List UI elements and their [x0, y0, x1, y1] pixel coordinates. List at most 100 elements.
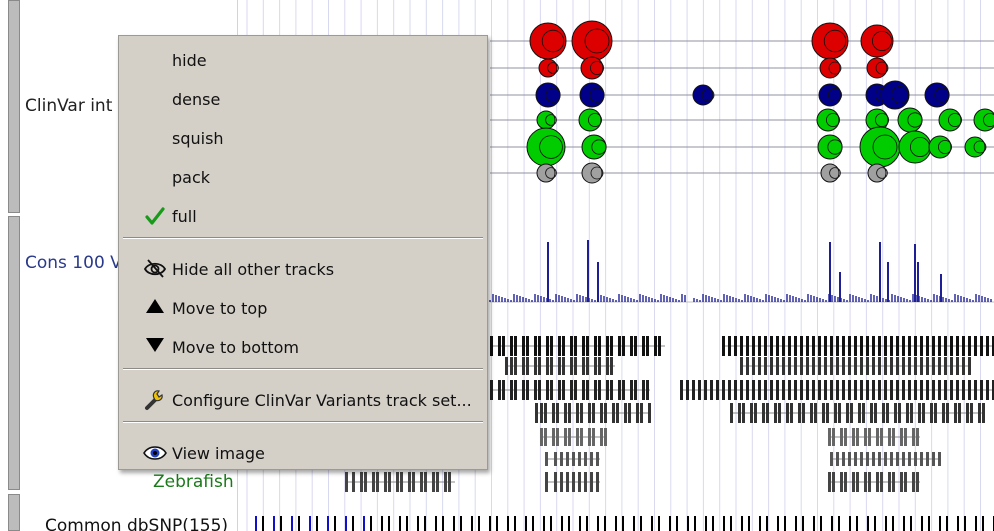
alignment-block [384, 472, 387, 492]
alignment-block [360, 472, 363, 492]
alignment-block [578, 472, 581, 492]
alignment-block [498, 336, 501, 356]
menu-item-hide-all-other-tracks[interactable]: Hide all other tracks [119, 252, 487, 286]
alignment-block [908, 336, 911, 356]
alignment-block [846, 403, 849, 423]
alignment-block [594, 357, 597, 375]
alignment-block [722, 336, 725, 356]
menu-item-view-image[interactable]: View image [119, 436, 487, 470]
alignment-block [692, 380, 695, 400]
menu-item-pack[interactable]: pack [119, 160, 487, 194]
alignment-block [545, 472, 548, 492]
snp-tick [622, 516, 624, 531]
alignment-block [560, 472, 563, 492]
alignment-block [840, 428, 843, 446]
menu-item-move-to-bottom[interactable]: Move to bottom [119, 330, 487, 364]
snp-tick [885, 516, 887, 531]
menu-item-move-to-top[interactable]: Move to top [119, 291, 487, 325]
alignment-block [918, 403, 921, 423]
alignment-block [842, 336, 845, 356]
alignment-block [966, 403, 969, 423]
alignment-block [896, 336, 899, 356]
alignment-block [926, 380, 929, 400]
alignment-block [884, 336, 887, 356]
alignment-block [742, 403, 745, 423]
menu-item-full[interactable]: full [119, 199, 487, 233]
alignment-block [634, 380, 637, 400]
alignment-block [884, 380, 887, 400]
alignment-block [774, 403, 777, 423]
alignment-block [914, 336, 917, 356]
snp-tick [478, 516, 480, 531]
alignment-block [622, 380, 625, 400]
alignment-block [752, 336, 755, 356]
alignment-block [598, 380, 601, 400]
alignment-block [870, 403, 873, 423]
clinvar-variant-dot [538, 58, 558, 78]
snp-tick [550, 516, 552, 531]
cons-track-handle[interactable] [8, 216, 20, 490]
alignment-block [956, 336, 959, 356]
snp-tick [262, 516, 264, 531]
menu-item-dense[interactable]: dense [119, 82, 487, 116]
alignment-block [854, 452, 857, 466]
alignment-block [546, 357, 549, 375]
alignment-block [570, 357, 573, 375]
menu-item-configure-track-set[interactable]: Configure ClinVar Variants track set... [119, 383, 487, 417]
clinvar-variant-dot [536, 110, 556, 130]
clinvar-variant-dot [928, 135, 952, 159]
alignment-block [544, 428, 547, 446]
menu-item-hide[interactable]: hide [119, 43, 487, 77]
alignment-block [908, 380, 911, 400]
alignment-block [680, 380, 683, 400]
alignment-block [758, 357, 761, 375]
alignment-block [564, 403, 567, 423]
alignment-block [878, 380, 881, 400]
alignment-block [872, 380, 875, 400]
alignment-block [558, 380, 561, 400]
snp-tick [694, 516, 696, 531]
snp-tick [813, 516, 815, 531]
alignment-block [938, 336, 941, 356]
snp-tick [352, 516, 354, 531]
track-context-menu: hide dense squish pack full Hide all oth… [118, 35, 488, 470]
alignment-block [568, 403, 571, 423]
alignment-block [890, 357, 893, 375]
snp-tick [309, 516, 311, 531]
alignment-block [534, 336, 537, 356]
alignment-block [618, 336, 621, 356]
menu-item-move-to-top-label: Move to top [172, 299, 268, 318]
alignment-block [922, 403, 925, 423]
alignment-block [610, 380, 613, 400]
alignment-block [588, 428, 591, 446]
snp-tick [910, 516, 912, 531]
alignment-block [540, 403, 543, 423]
alignment-block [552, 403, 555, 423]
alignment-block [510, 336, 513, 356]
alignment-block [866, 357, 869, 375]
dbsnp-track-label[interactable]: Common dbSNP(155) [45, 516, 228, 531]
clinvar-track-label[interactable]: ClinVar int [25, 96, 112, 116]
alignment-block [834, 403, 837, 423]
alignment-block [914, 452, 917, 466]
alignment-block [600, 403, 603, 423]
alignment-block [810, 403, 813, 423]
alignment-block [594, 380, 597, 400]
cons-track-label[interactable]: Cons 100 V [25, 253, 122, 273]
alignment-block [920, 452, 923, 466]
menu-item-squish[interactable]: squish [119, 121, 487, 155]
zebrafish-track-label[interactable]: Zebrafish [153, 472, 234, 492]
alignment-block [556, 403, 559, 423]
snp-tick [568, 516, 570, 531]
clinvar-track-handle[interactable] [8, 0, 20, 213]
dbsnp-track-handle[interactable] [8, 494, 20, 531]
alignment-block [902, 380, 905, 400]
alignment-block [552, 428, 555, 446]
alignment-block [868, 472, 871, 492]
alignment-block [658, 336, 661, 356]
alignment-block [974, 380, 977, 400]
alignment-block [926, 357, 929, 375]
alignment-block [642, 380, 645, 400]
alignment-block [616, 403, 619, 423]
alignment-block [534, 380, 537, 400]
